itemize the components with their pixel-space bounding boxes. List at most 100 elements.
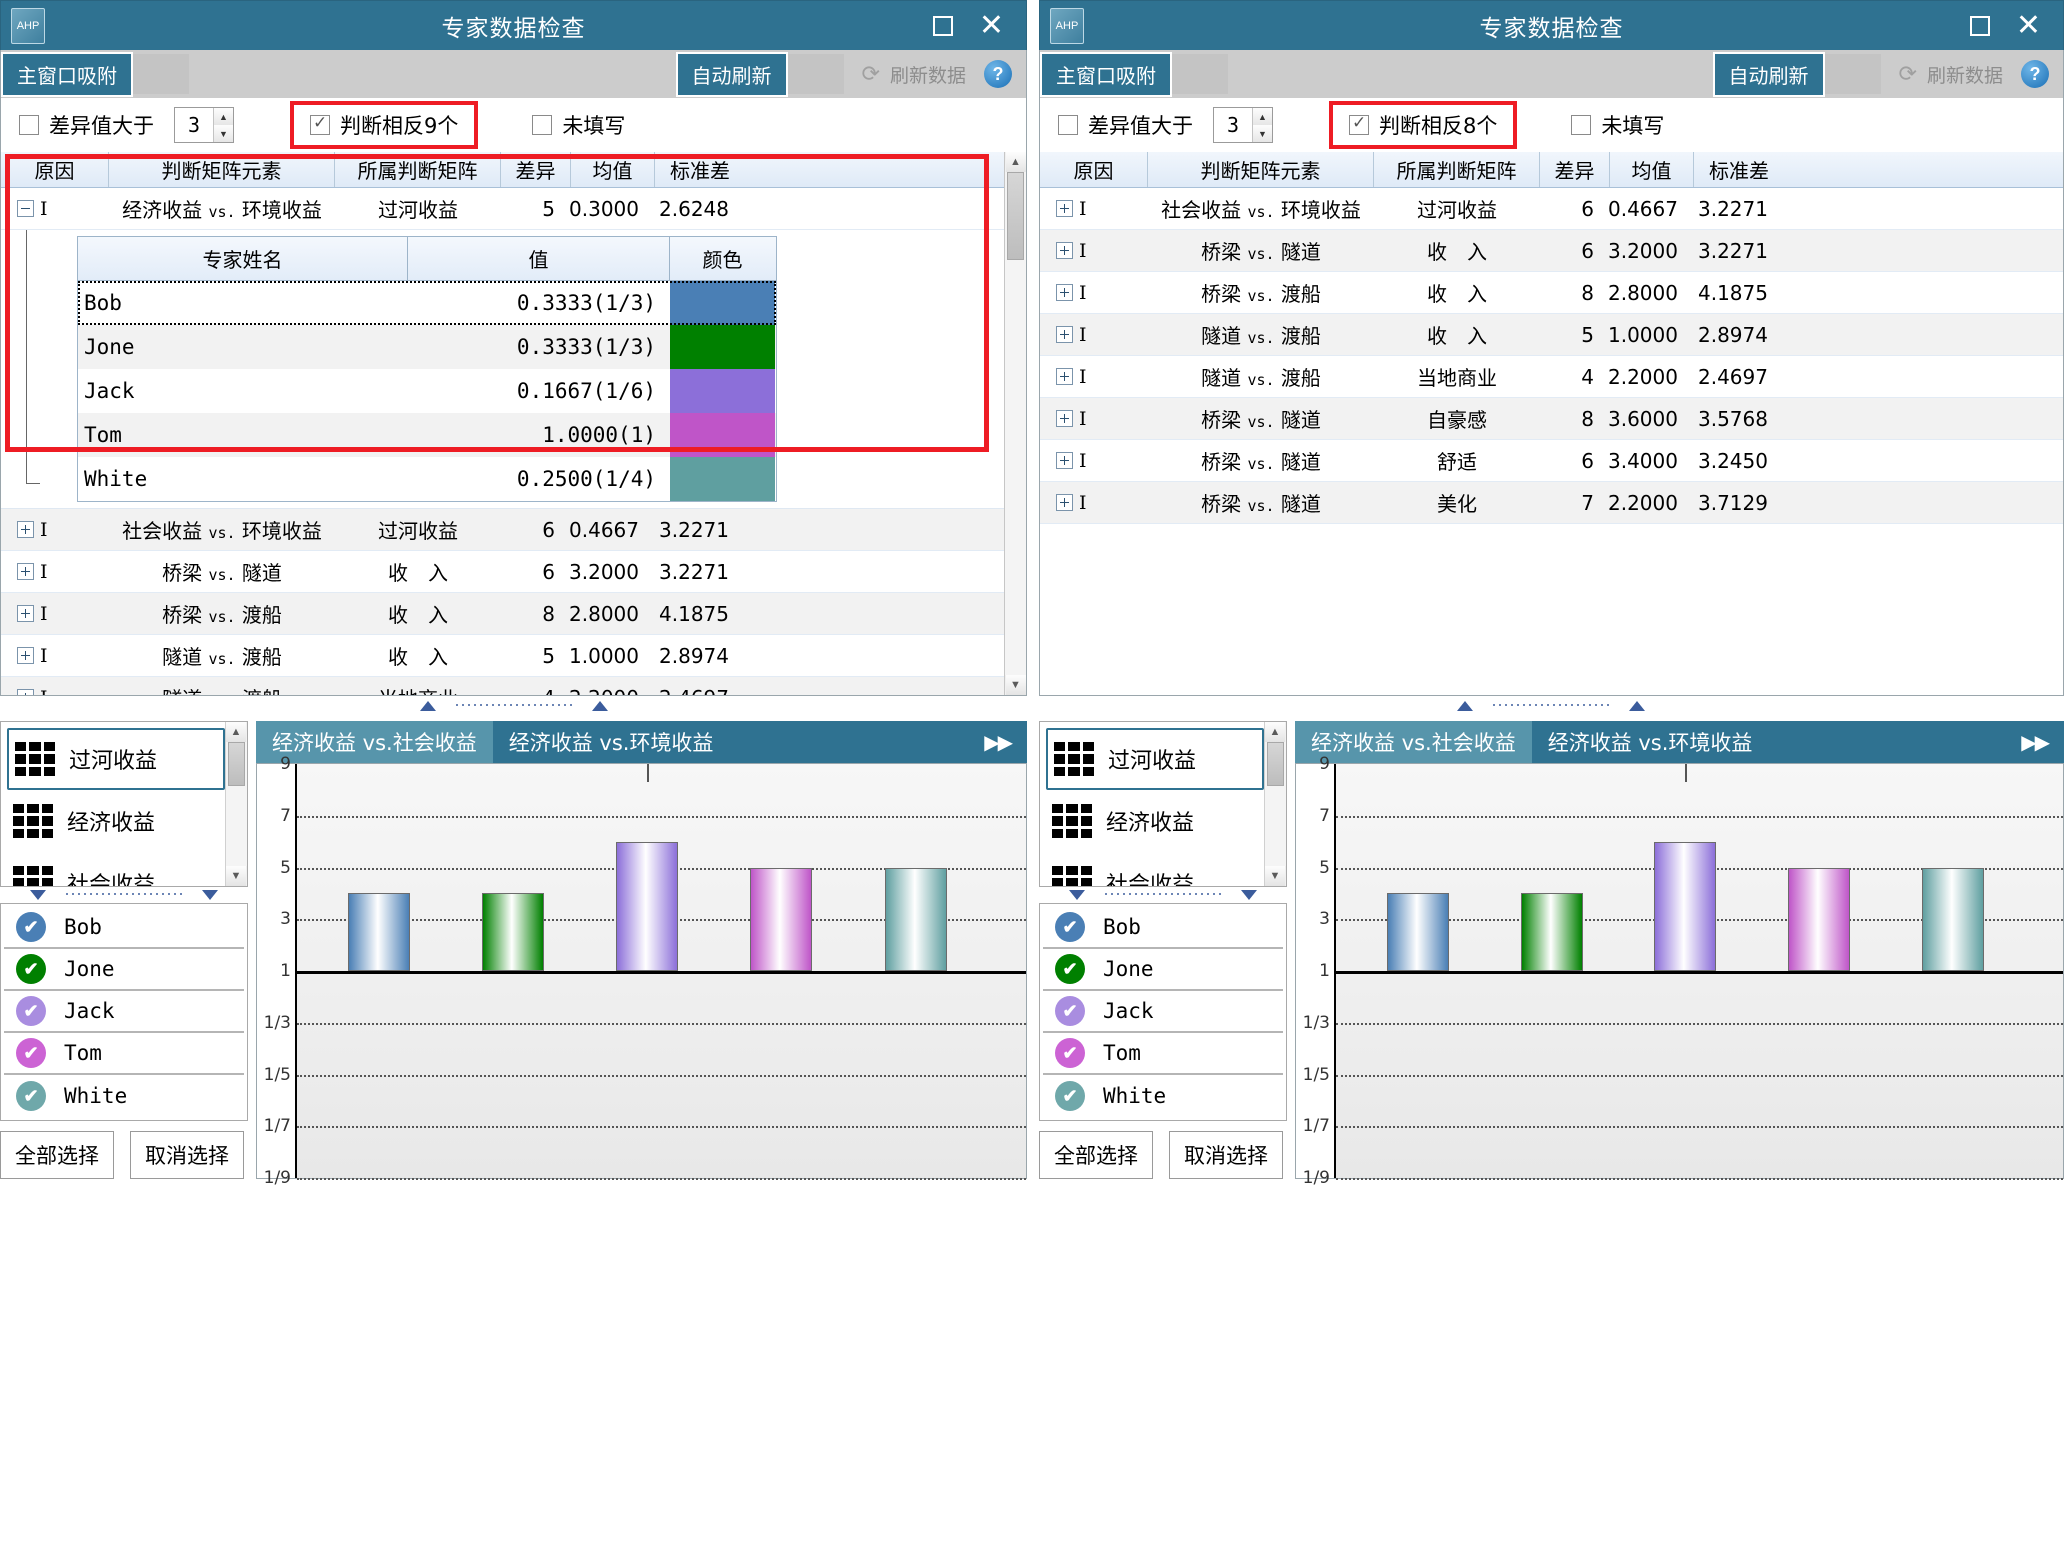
expert-list-item-3[interactable]: ✔ Tom [1042,1033,1283,1075]
column-header-reason[interactable]: 原因 [1,152,109,187]
unfilled-filter[interactable]: 未填写 [532,110,625,140]
expand-icon[interactable] [1055,452,1073,469]
splitter-up-icon-2[interactable] [591,701,608,711]
diff-threshold-value[interactable]: 3 [175,113,213,137]
splitter-down-icon[interactable] [30,889,46,900]
expand-icon[interactable] [17,521,34,538]
check-circle-icon[interactable]: ✔ [16,1081,46,1111]
dock-main-window-button-right[interactable]: 主窗口吸附 [1039,51,1172,97]
splitter-up-icon-r[interactable] [1457,701,1474,711]
table-row[interactable]: I 桥梁 vs. 隧道 收 入 6 3.2000 3.2271 [1039,230,2063,272]
column-header-element-right[interactable]: 判断矩阵元素 [1148,152,1374,187]
unfilled-filter-right[interactable]: 未填写 [1571,110,1664,140]
splitter-grip[interactable] [453,702,574,710]
deselect-all-button-right[interactable]: 取消选择 [1168,1131,1283,1179]
sub-col-name[interactable]: 专家姓名 [78,237,408,280]
table-row[interactable]: I 社会收益 vs. 环境收益 过河收益 6 0.4667 3.2271 [1039,188,2063,230]
table-row[interactable]: I 社会收益 vs. 环境收益 过河收益 6 0.4667 3.2271 [1,509,1004,551]
expert-list-item-1[interactable]: ✔ Jone [1042,949,1283,991]
table-row[interactable]: I 桥梁 vs. 渡船 收 入 8 2.8000 4.1875 [1,593,1004,635]
expert-list-item-1[interactable]: ✔ Jone [4,949,244,991]
tab-1-right[interactable]: 经济收益 vs.环境收益 [1532,721,1769,763]
scroll-track[interactable] [1005,172,1026,675]
expert-list-item-2[interactable]: ✔ Jack [1042,991,1283,1033]
matrix-list-item-1[interactable]: 经济收益 [7,790,225,852]
sub-col-value[interactable]: 值 [408,237,670,280]
row-expander[interactable]: I [1,603,109,625]
auto-refresh-button[interactable]: 自动刷新 [675,51,788,97]
check-circle-icon[interactable]: ✔ [1054,954,1085,984]
row-expander[interactable]: I [1040,450,1148,472]
expand-icon[interactable] [1055,410,1073,427]
table-row[interactable]: I 桥梁 vs. 隧道 收 入 6 3.2000 3.2271 [1,551,1004,593]
tab-0[interactable]: 经济收益 vs.社会收益 [256,721,493,763]
row-expander[interactable]: I [1,519,109,541]
check-circle-icon[interactable]: ✔ [1054,996,1085,1026]
refresh-data-button[interactable]: ⟳ 刷新数据 [862,61,966,88]
row-expander[interactable]: I [1,645,109,667]
expert-list-item-4[interactable]: ✔ White [4,1075,244,1117]
grid-scrollbar-left[interactable]: ▲ ▼ [1004,152,1026,695]
column-header-diff-right[interactable]: 差异 [1540,152,1610,187]
help-icon-right[interactable]: ? [2021,60,2049,88]
expand-icon[interactable] [1055,284,1073,301]
table-row[interactable]: I 桥梁 vs. 隧道 美化 7 2.2000 3.7129 [1039,482,2063,524]
stepper-up-icon-right[interactable]: ▲ [1252,108,1272,125]
table-row[interactable]: I 桥梁 vs. 渡船 收 入 8 2.8000 4.1875 [1039,272,2063,314]
restore-icon-right[interactable] [1969,15,1990,36]
auto-refresh-button-right[interactable]: 自动刷新 [1712,51,1825,97]
chevron-double-right-icon[interactable]: ▶▶ [968,721,1027,763]
matrix-scroll-thumb[interactable] [228,742,245,786]
check-circle-icon[interactable]: ✔ [16,954,46,984]
matrix-scroll-up-icon-r[interactable]: ▲ [1264,722,1285,742]
expand-icon[interactable] [17,689,34,695]
check-circle-icon[interactable]: ✔ [1054,1081,1085,1111]
matrix-list-item-0[interactable]: 过河收益 [7,728,225,790]
help-icon[interactable]: ? [984,60,1012,88]
column-header-mean-right[interactable]: 均值 [1610,152,1694,187]
splitter-grip-r[interactable] [1491,702,1612,710]
stepper-down-icon[interactable]: ▼ [214,125,233,142]
splitter-horizontal-left[interactable] [0,696,1027,716]
table-row[interactable]: I 隧道 vs. 渡船 收 入 5 1.0000 2.8974 [1039,314,2063,356]
expert-list-item-0[interactable]: ✔ Bob [1042,907,1283,949]
opposite-filter-checkbox-right[interactable] [1348,113,1369,135]
expert-value-row[interactable]: White 0.2500(1/4) [78,457,776,501]
expert-list-item-0[interactable]: ✔ Bob [4,907,244,949]
matrix-scroll-down-icon[interactable]: ▼ [226,865,246,886]
diff-threshold-value-right[interactable]: 3 [1214,113,1252,137]
expert-value-row[interactable]: Jack 0.1667(1/6) [78,369,776,413]
table-row[interactable]: I 桥梁 vs. 隧道 自豪感 8 3.6000 3.5768 [1039,398,2063,440]
sub-col-color[interactable]: 颜色 [670,237,775,280]
matrix-list-right[interactable]: 过河收益 经济收益 社会收益 ▲ ▼ [1038,721,1287,887]
matrix-list-item-1[interactable]: 经济收益 [1046,790,1264,852]
row-expander[interactable]: I [1040,198,1148,220]
column-header-matrix-right[interactable]: 所属判断矩阵 [1374,152,1540,187]
row-expander[interactable]: I [1040,324,1148,346]
row-expander[interactable]: I [1,687,109,695]
expert-value-row[interactable]: Bob 0.3333(1/3) [78,281,776,325]
splitter-grip-r2[interactable] [1102,890,1223,899]
row-expander[interactable]: I [1040,282,1148,304]
row-expander[interactable]: I [1040,240,1148,262]
row-expander[interactable]: I [1040,366,1148,388]
expand-icon[interactable] [1055,326,1073,343]
expand-icon[interactable] [17,563,34,580]
column-header-mean[interactable]: 均值 [571,152,655,187]
expert-list-item-2[interactable]: ✔ Jack [4,991,244,1033]
matrix-list-item-2[interactable]: 社会收益 [7,852,225,886]
matrix-scroll-track[interactable] [226,742,247,866]
matrix-list-left[interactable]: 过河收益 经济收益 社会收益 ▲ ▼ [0,721,248,887]
expert-value-row[interactable]: Tom 1.0000(1) [78,413,776,457]
diff-filter-checkbox[interactable] [19,115,39,135]
splitter-up-icon[interactable] [419,701,436,711]
splitter-down-icon-2[interactable] [202,889,218,900]
chevron-double-right-icon-right[interactable]: ▶▶ [2005,721,2064,763]
splitter-down-icon-r[interactable] [1068,889,1085,900]
close-icon-right[interactable]: ✕ [2016,10,2041,41]
table-row[interactable]: I 隧道 vs. 渡船 当地商业 4 2.2000 2.4697 [1039,356,2063,398]
expert-value-row[interactable]: Jone 0.3333(1/3) [78,325,776,369]
expand-icon[interactable] [1055,200,1073,217]
column-header-diff[interactable]: 差异 [501,152,571,187]
scroll-down-icon[interactable]: ▼ [1005,675,1026,695]
